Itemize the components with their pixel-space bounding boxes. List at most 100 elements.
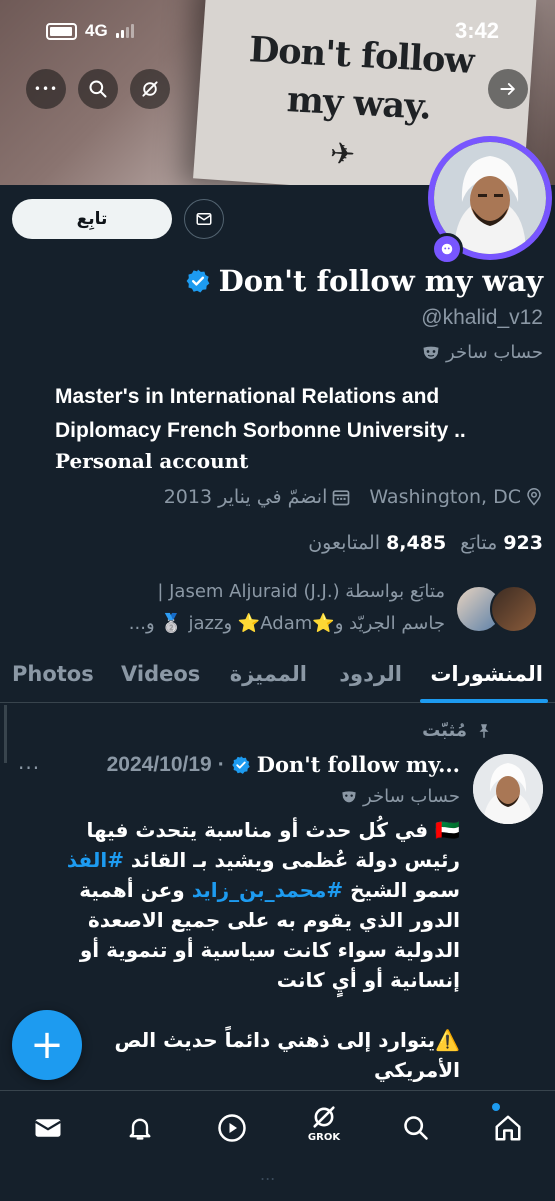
calendar-icon [333, 490, 350, 506]
search-icon [89, 80, 107, 98]
follow-counts: 923 متابَع 8,485 المتابعون [308, 532, 543, 554]
post-text: وعن أهمية [79, 878, 192, 902]
pin-icon [479, 723, 489, 738]
followed-by-line-2: جاسم الجريّد و⭐Adam⭐ وjazz 🥈 و... [128, 613, 445, 634]
arrow-right-icon [500, 83, 515, 95]
mask-icon [342, 790, 356, 802]
joined-date: انضمّ في يناير 2013 [164, 486, 352, 508]
tab-replies[interactable]: الردود [339, 662, 402, 686]
follow-button[interactable]: تابِع [12, 199, 172, 239]
grok-icon [313, 1106, 335, 1128]
bio-line-1: Master's in International Relations and [55, 385, 440, 408]
post-author-avatar[interactable] [473, 754, 543, 824]
parody-label: حساب ساخر [422, 342, 543, 363]
home-notification-dot [492, 1103, 500, 1111]
grok-badge-icon [431, 233, 463, 265]
verified-icon [186, 269, 209, 293]
post-text: سمو الشيخ [343, 878, 460, 902]
post-more-button[interactable]: ··· [18, 756, 40, 780]
location-pin-icon [527, 488, 541, 506]
post-date: 2024/10/19 [106, 752, 212, 776]
nav-grok[interactable]: GROK [304, 1103, 344, 1143]
follower-avatar-2 [490, 585, 538, 633]
message-button[interactable] [184, 199, 224, 239]
tab-highlights[interactable]: المميزة [230, 662, 307, 686]
post-separator: · [217, 752, 225, 776]
forward-button[interactable] [488, 69, 528, 109]
profile-meta: Washington, DC انضمّ في يناير 2013 [164, 486, 543, 508]
bottom-nav: GROK [0, 1090, 555, 1201]
more-options-button[interactable]: ••• [26, 69, 66, 109]
plane-icon: ✈ [329, 136, 357, 173]
post-line: سمو الشيخ #محمد_بن_زايد وعن أهمية [20, 875, 460, 905]
pinned-label: مُثبّت [422, 720, 493, 741]
battery-icon [46, 22, 77, 40]
following-label: متابَع [460, 532, 498, 554]
bio: Master's in International Relations and … [55, 380, 545, 448]
status-time: 3:42 [454, 18, 499, 43]
compose-button[interactable]: + [12, 1010, 82, 1080]
parody-text: حساب ساخر [446, 342, 543, 363]
mail-icon [34, 1119, 62, 1137]
post-text: رئيس دولة عُظمى ويشيد بـ القائد [123, 848, 460, 872]
tab-posts[interactable]: المنشورات [430, 662, 543, 686]
post-line: رئيس دولة عُظمى ويشيد بـ القائد #الفذ [20, 845, 460, 875]
post-line: إنسانية أو أيٍ كانت [276, 968, 460, 992]
status-bar: 4G 3:42 [0, 0, 555, 60]
pinned-text: مُثبّت [422, 720, 467, 741]
post-line: ⚠️يتوارد إلى ذهني دائماً حديث الص [114, 1028, 460, 1052]
post-parody-label: حساب ساخر [341, 786, 460, 807]
nav-home[interactable] [488, 1108, 528, 1148]
followed-by[interactable]: متابَع بواسطة (.Jasem Aljuraid (J.J | جا… [5, 576, 445, 640]
post-line: الدور الذي يقوم به على جميع الاصعدة [87, 908, 460, 932]
followers-count: 8,485 [386, 532, 447, 554]
ghost-text: ... [260, 1165, 276, 1184]
verified-icon [231, 755, 250, 774]
active-tab-indicator [420, 699, 548, 703]
nav-notifications[interactable] [120, 1108, 160, 1148]
nav-search[interactable] [396, 1108, 436, 1148]
more-icon: ••• [33, 82, 59, 96]
search-button[interactable] [78, 69, 118, 109]
post-header: 2024/10/19 · Don't follow my... [107, 752, 460, 777]
post-line: 🇦🇪 في كُل حدث أو مناسبة يتحدث فيها [86, 818, 460, 842]
display-name: Don't follow my way [218, 264, 543, 298]
bio-line-3: Personal account [55, 449, 249, 473]
profile-name-row: Don't follow my way [185, 264, 543, 298]
mail-icon [196, 213, 212, 225]
post-body[interactable]: 🇦🇪 في كُل حدث أو مناسبة يتحدث فيها رئيس … [20, 815, 460, 1085]
grok-button[interactable] [130, 69, 170, 109]
tab-photos[interactable]: Photos [12, 662, 94, 686]
bell-icon [129, 1118, 151, 1140]
scroll-rule [4, 705, 7, 763]
following-link[interactable]: 923 متابَع [460, 532, 543, 554]
grok-label: GROK [307, 1132, 341, 1143]
location: Washington, DC [369, 486, 543, 508]
signal-icon [115, 24, 134, 38]
following-count: 923 [503, 532, 543, 554]
play-icon [218, 1114, 246, 1142]
status-left: 4G [46, 21, 134, 41]
mask-icon [423, 346, 439, 359]
post-parody-text: حساب ساخر [363, 786, 460, 807]
followers-label: المتابعون [308, 532, 381, 554]
plus-icon: + [30, 1022, 64, 1068]
grok-icon [142, 81, 158, 97]
joined-text: انضمّ في يناير 2013 [163, 486, 328, 508]
tab-videos[interactable]: Videos [121, 662, 200, 686]
network-label: 4G [85, 21, 108, 40]
nav-messages[interactable] [28, 1108, 68, 1148]
search-icon [404, 1116, 428, 1140]
followers-link[interactable]: 8,485 المتابعون [308, 532, 446, 554]
profile-tabs: المنشورات الردود المميزة Videos Photos [0, 650, 555, 703]
home-icon [495, 1115, 521, 1141]
post-spacer [20, 995, 460, 1025]
nav-videos[interactable] [212, 1108, 252, 1148]
handle: @khalid_v12 [421, 306, 543, 329]
hashtag-link[interactable]: #محمد_بن_زايد [192, 878, 343, 902]
hashtag-link[interactable]: #الفذ [67, 848, 124, 872]
post-author-name[interactable]: Don't follow my... [257, 752, 460, 777]
location-text: Washington, DC [369, 486, 521, 508]
bio-line-2: Diplomacy French Sorbonne University .. [55, 419, 466, 442]
post-line: الأمريكي [374, 1058, 460, 1082]
